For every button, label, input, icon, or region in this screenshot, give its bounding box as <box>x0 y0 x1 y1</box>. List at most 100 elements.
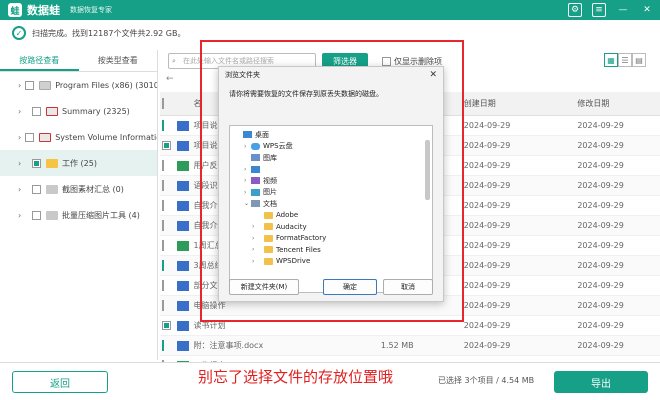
folder-icon <box>251 142 260 150</box>
row-checkbox[interactable] <box>162 280 164 291</box>
dialog-folder-label: 视频 <box>263 176 277 185</box>
file-created: 2024-09-29 <box>463 201 511 210</box>
folder-tree: › Program Files (x86) (3010) › Summary (232… <box>0 72 157 228</box>
menu-icon[interactable]: ≡ <box>592 3 606 17</box>
back-arrow-icon[interactable]: ← <box>166 74 174 84</box>
tree-item-label: Program Files (x86) (3010) <box>55 80 157 90</box>
expand-icon[interactable]: ⌄ <box>244 200 251 207</box>
dialog-folder-item[interactable]: › 图片 <box>230 187 432 199</box>
export-button[interactable]: 导出 <box>554 371 648 393</box>
row-checkbox[interactable] <box>162 141 171 150</box>
expand-icon[interactable]: › <box>252 258 259 265</box>
row-checkbox[interactable] <box>162 321 171 330</box>
row-checkbox[interactable] <box>162 200 164 211</box>
dialog-folder-item[interactable]: › Audacity <box>230 221 432 233</box>
tree-item[interactable]: › Summary (2325) <box>0 98 157 124</box>
tree-item[interactable]: › System Volume Information <box>0 124 157 150</box>
tree-item-checkbox[interactable] <box>25 80 35 90</box>
file-modified: 2024-09-29 <box>577 281 624 290</box>
row-checkbox[interactable] <box>162 240 164 251</box>
tree-item-label: 工作 (25) <box>62 158 97 168</box>
chevron-right-icon[interactable]: › <box>18 107 28 116</box>
tree-item-checkbox[interactable] <box>32 210 41 220</box>
expand-icon[interactable]: › <box>252 235 259 242</box>
header-created[interactable]: 创建日期 <box>458 98 574 109</box>
new-folder-button[interactable]: 新建文件夹(M) <box>229 279 299 295</box>
detail-view-icon[interactable]: ▤ <box>632 53 646 67</box>
dialog-folder-item[interactable]: › Tencent Files <box>230 244 432 256</box>
window-controls: ⚙ ≡ — ✕ <box>568 3 654 17</box>
folder-icon <box>251 154 260 162</box>
file-modified: 2024-09-29 <box>577 301 624 310</box>
chevron-right-icon[interactable]: › <box>18 159 28 168</box>
tree-item-checkbox[interactable] <box>32 184 41 194</box>
dialog-folder-item[interactable]: › <box>230 164 432 176</box>
ok-button[interactable]: 确定 <box>323 279 377 295</box>
chevron-right-icon[interactable]: › <box>18 133 21 142</box>
chevron-right-icon[interactable]: › <box>18 211 28 220</box>
folder-icon <box>264 211 273 219</box>
row-checkbox[interactable] <box>162 260 164 271</box>
dialog-folder-item[interactable]: › FormatFactory <box>230 233 432 245</box>
tree-item-label: 截图素材汇总 (0) <box>62 184 124 194</box>
dialog-folder-tree[interactable]: 桌面 › WPS云盘 图库 › › 视频 › 图片 ⌄ 文档 Adobe › Audacity › Forma… <box>229 125 433 293</box>
expand-icon[interactable]: › <box>244 166 251 173</box>
folder-icon <box>39 132 52 142</box>
dialog-folder-item[interactable]: › WPS云盘 <box>230 141 432 153</box>
cancel-button[interactable]: 取消 <box>383 279 433 295</box>
row-checkbox[interactable] <box>162 300 164 311</box>
dialog-folder-item[interactable]: 桌面 <box>230 129 432 141</box>
row-checkbox[interactable] <box>162 180 164 191</box>
tree-item-checkbox[interactable] <box>32 106 41 116</box>
dialog-folder-label: FormatFactory <box>276 234 327 243</box>
file-created: 2024-09-29 <box>463 321 511 330</box>
row-checkbox[interactable] <box>162 120 164 131</box>
dialog-folder-item[interactable]: ⌄ 文档 <box>230 198 432 210</box>
back-button[interactable]: 返回 <box>12 371 108 393</box>
select-all-checkbox[interactable] <box>160 98 174 109</box>
word-file-icon <box>176 260 189 271</box>
tree-item-checkbox[interactable] <box>32 158 41 168</box>
folder-icon <box>264 234 273 242</box>
settings-icon[interactable]: ⚙ <box>568 3 582 17</box>
folder-icon <box>264 246 273 254</box>
table-row[interactable]: 附：注意事项.docx 1.52 MB 2024-09-29 2024-09-29 <box>160 336 660 356</box>
chevron-right-icon[interactable]: › <box>18 185 28 194</box>
dialog-close-icon[interactable]: ✕ <box>429 67 437 83</box>
row-checkbox[interactable] <box>162 340 164 351</box>
chevron-right-icon[interactable]: › <box>18 81 21 90</box>
list-view-icon[interactable]: ☰ <box>618 53 632 67</box>
scan-status-text: 扫描完成。找到12187个文件共2.92 GB。 <box>32 28 186 38</box>
tab-by-type[interactable]: 按类型查看 <box>79 50 158 71</box>
dialog-folder-item[interactable]: 图库 <box>230 152 432 164</box>
expand-icon[interactable]: › <box>252 246 259 253</box>
tree-item[interactable]: › 工作 (25) <box>0 150 157 176</box>
file-created: 2024-09-29 <box>463 181 511 190</box>
dialog-folder-item[interactable]: › WPSDrive <box>230 256 432 268</box>
row-checkbox[interactable] <box>162 160 164 171</box>
expand-icon[interactable]: › <box>244 143 251 150</box>
expand-icon[interactable]: › <box>252 223 259 230</box>
minimize-icon[interactable]: — <box>616 3 630 17</box>
grid-view-icon[interactable]: ▦ <box>604 53 618 67</box>
tree-item[interactable]: › 批量压缩图片工具 (4) <box>0 202 157 228</box>
file-name: 附：注意事项.docx <box>193 341 264 350</box>
dialog-scrollbar[interactable] <box>425 140 430 200</box>
expand-icon[interactable]: › <box>244 177 251 184</box>
header-modified[interactable]: 修改日期 <box>573 98 660 109</box>
folder-icon <box>251 165 260 173</box>
close-icon[interactable]: ✕ <box>640 3 654 17</box>
tab-by-path[interactable]: 按路径查看 <box>0 50 79 71</box>
dialog-folder-item[interactable]: Adobe <box>230 210 432 222</box>
tree-item-checkbox[interactable] <box>25 132 35 142</box>
row-checkbox[interactable] <box>162 220 164 231</box>
folder-icon <box>243 131 252 139</box>
word-file-icon <box>176 120 189 131</box>
file-modified: 2024-09-29 <box>577 221 624 230</box>
dialog-title-bar: 浏览文件夹 ✕ <box>219 67 443 83</box>
tree-item[interactable]: › Program Files (x86) (3010) <box>0 72 157 98</box>
dialog-folder-item[interactable]: › 视频 <box>230 175 432 187</box>
tree-item[interactable]: › 截图素材汇总 (0) <box>0 176 157 202</box>
expand-icon[interactable]: › <box>244 189 251 196</box>
tree-item-label: Summary (2325) <box>62 106 130 116</box>
